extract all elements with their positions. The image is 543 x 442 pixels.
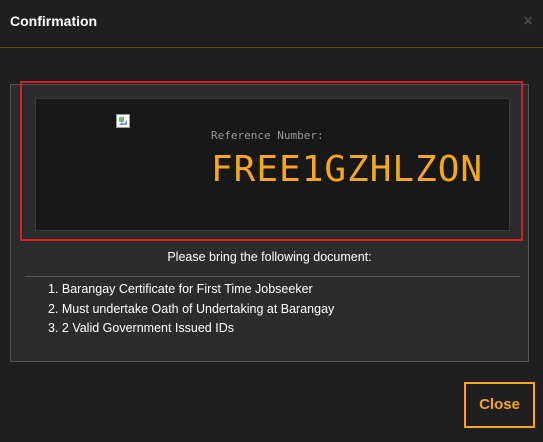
- close-icon[interactable]: ×: [522, 14, 534, 28]
- list-item: 3. 2 Valid Government Issued IDs: [48, 321, 234, 335]
- confirmation-dialog: Confirmation × Reference Number: FREE1GZ…: [0, 0, 543, 442]
- list-item: 1. Barangay Certificate for First Time J…: [48, 282, 313, 296]
- reference-label: Reference Number:: [211, 129, 324, 142]
- divider: [25, 276, 520, 277]
- documents-list: 1. Barangay Certificate for First Time J…: [48, 280, 334, 339]
- broken-image-icon: [116, 114, 130, 128]
- reference-number: FREE1GZHLZON: [211, 149, 484, 190]
- dialog-header: Confirmation ×: [0, 0, 543, 48]
- dialog-title: Confirmation: [10, 13, 98, 29]
- list-item: 2. Must undertake Oath of Undertaking at…: [48, 301, 335, 316]
- reference-box: Reference Number: FREE1GZHLZON: [35, 98, 510, 231]
- documents-heading: Please bring the following document:: [167, 250, 372, 264]
- close-button[interactable]: Close: [464, 382, 535, 428]
